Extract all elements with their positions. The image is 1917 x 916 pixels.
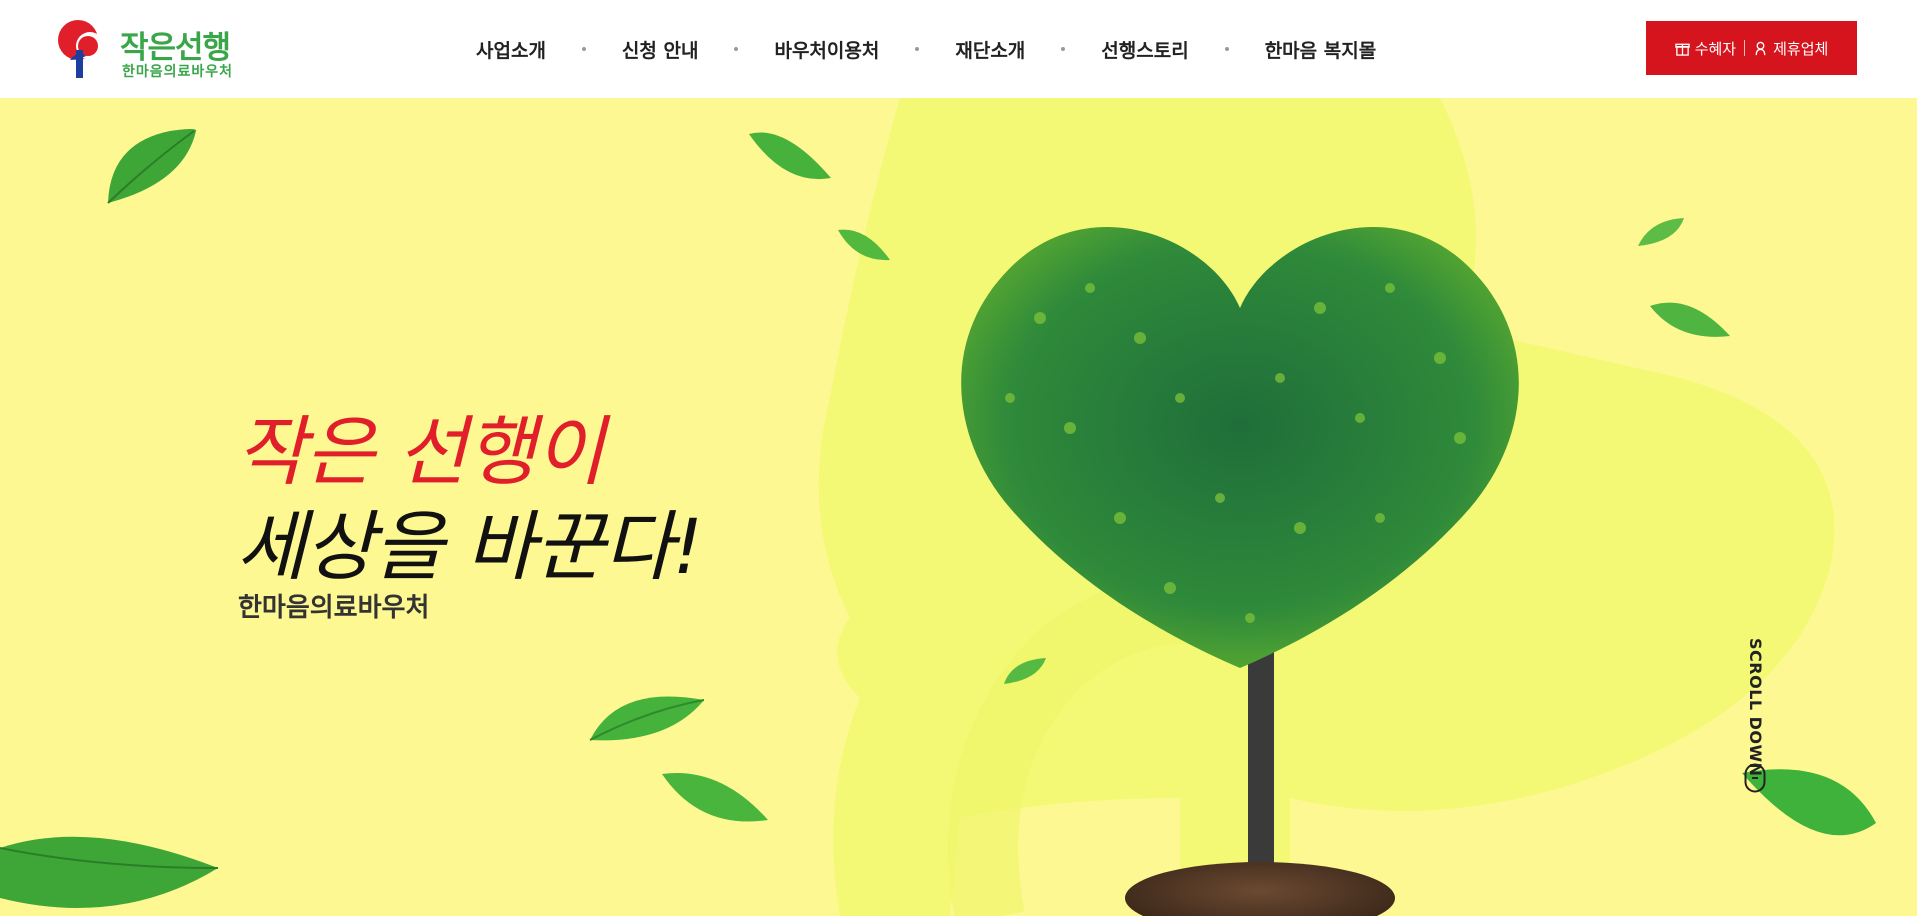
scroll-down-label: SCROLL DOWN xyxy=(1746,638,1765,777)
partner-label: 제휴업체 xyxy=(1773,39,1829,58)
scroll-down-indicator[interactable]: SCROLL DOWN xyxy=(1740,638,1770,798)
main-nav: 사업소개 신청 안내 바우처이용처 재단소개 선행스토리 한마음 복지몰 xyxy=(440,0,1412,98)
nav-item-foundation-intro[interactable]: 재단소개 xyxy=(919,36,1061,63)
site-header: 작은선행 한마음의료바우처 사업소개 신청 안내 바우처이용처 재단소개 선행스… xyxy=(0,0,1917,98)
leaf-decoration xyxy=(589,696,705,741)
nav-item-voucher-places[interactable]: 바우처이용처 xyxy=(738,36,915,63)
nav-item-application-guide[interactable]: 신청 안내 xyxy=(586,36,735,63)
logo-subtitle: 한마음의료바우처 xyxy=(122,64,234,80)
nav-item-business-intro[interactable]: 사업소개 xyxy=(440,36,582,63)
leaf-decoration xyxy=(1650,302,1730,337)
leaf-decoration xyxy=(1638,218,1684,246)
leaf-decoration xyxy=(662,772,768,822)
nav-item-welfare-mall[interactable]: 한마음 복지몰 xyxy=(1229,36,1413,63)
leaf-decoration xyxy=(107,129,197,204)
logo[interactable]: 작은선행 한마음의료바우처 xyxy=(56,16,246,82)
recipient-button[interactable]: 수혜자 xyxy=(1674,38,1737,59)
nav-item-good-deed-stories[interactable]: 선행스토리 xyxy=(1065,36,1224,63)
leaf-decoration xyxy=(0,836,219,908)
mouse-icon xyxy=(1744,763,1766,793)
leaf-decoration xyxy=(1004,658,1046,684)
gift-icon xyxy=(1674,43,1690,56)
partner-button[interactable]: 제휴업체 xyxy=(1753,38,1828,59)
logo-mark-icon xyxy=(58,20,104,78)
partner-icon xyxy=(1755,41,1766,55)
cta-divider xyxy=(1744,40,1746,56)
headline-line-1: 작은 선행이 xyxy=(236,407,605,496)
heart-tree-image xyxy=(961,227,1519,916)
leaf-decoration xyxy=(838,229,890,261)
hero-banner: 작은 선행이 세상을 바꾼다! 한마음의료바우처 SCROLL DOWN xyxy=(0,98,1917,916)
login-cta-box: 수혜자 제휴업체 xyxy=(1646,21,1857,75)
recipient-label: 수혜자 xyxy=(1694,39,1737,58)
headline-line-2: 세상을 바꾼다! xyxy=(236,502,703,591)
hero-subhead: 한마음의료바우처 xyxy=(238,593,430,623)
leaf-decoration xyxy=(749,132,831,180)
